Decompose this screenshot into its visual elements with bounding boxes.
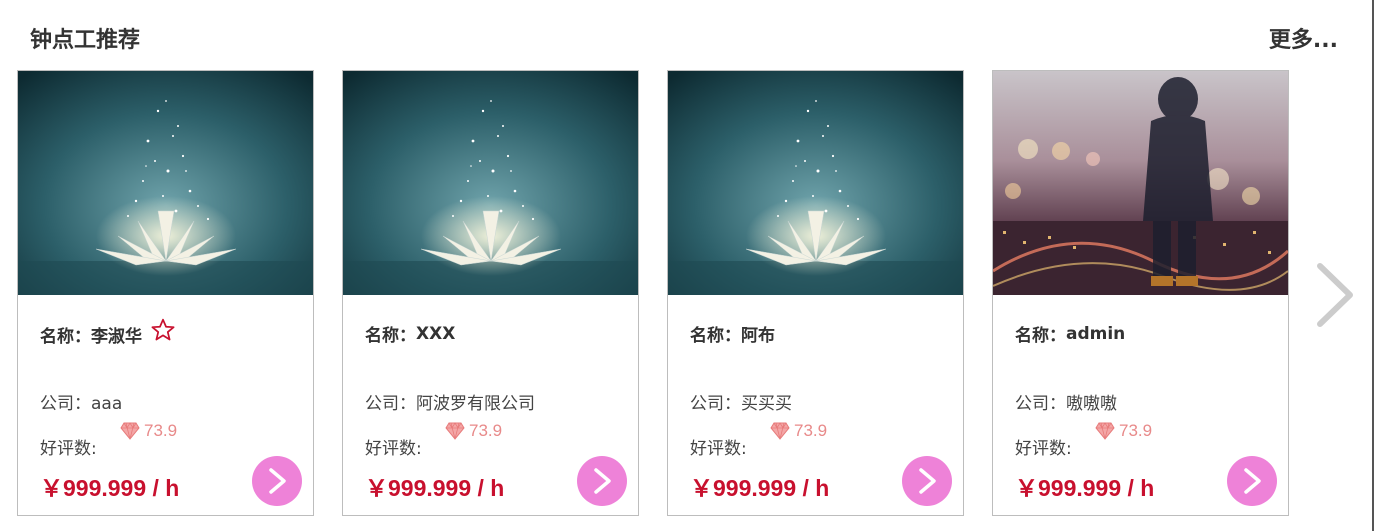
- more-link[interactable]: 更多...: [1269, 22, 1338, 54]
- name-label: 名称：: [40, 326, 91, 347]
- diamond-icon: [120, 422, 140, 440]
- rating-value-row: 73.9: [445, 421, 502, 441]
- company-label: 公司：: [690, 394, 741, 414]
- rating-value: 73.9: [1119, 421, 1153, 440]
- price: ￥999.999 / h: [1015, 475, 1155, 501]
- company-row: 公司：阿波罗有限公司: [365, 389, 535, 414]
- worker-name-row: 名称： XXX: [365, 321, 456, 347]
- company-label: 公司：: [40, 394, 91, 414]
- worker-card[interactable]: 名称： 阿布 公司：买买买 好评数: 73.9 ￥999.999 / h: [667, 70, 964, 516]
- worker-photo: [343, 71, 638, 295]
- worker-card[interactable]: 名称： XXX 公司：阿波罗有限公司 好评数: 73.9 ￥999.999 / …: [342, 70, 639, 516]
- worker-name-row: 名称： 李淑华: [40, 318, 176, 347]
- worker-photo: [993, 71, 1288, 295]
- worker-name: admin: [1066, 323, 1126, 344]
- rating-label: 好评数:: [365, 439, 422, 459]
- name-label: 名称：: [365, 326, 416, 346]
- company-value: 阿波罗有限公司: [416, 394, 535, 414]
- carousel-next-button[interactable]: [1312, 262, 1358, 328]
- company-value: aaa: [91, 394, 123, 414]
- rating-label: 好评数:: [690, 439, 747, 459]
- company-value: 嗷嗷嗷: [1066, 394, 1117, 414]
- company-label: 公司：: [365, 394, 416, 414]
- company-row: 公司：aaa: [40, 389, 122, 414]
- worker-photo: [18, 71, 313, 295]
- chevron-right-icon: [269, 468, 286, 494]
- rating-value: 73.9: [794, 421, 828, 440]
- recommend-panel: 钟点工推荐 更多... 名称： 李淑华 公司：aaa 好评数: 73.9 ￥99…: [0, 0, 1374, 531]
- company-row: 公司：嗷嗷嗷: [1015, 389, 1117, 414]
- worker-name: 阿布: [741, 326, 775, 346]
- name-label: 名称：: [690, 326, 741, 346]
- rating-label: 好评数:: [1015, 439, 1072, 459]
- rating-value: 73.9: [469, 421, 503, 440]
- name-label: 名称：: [1015, 326, 1066, 346]
- worker-name: 李淑华: [91, 326, 142, 347]
- chevron-right-icon: [1317, 263, 1353, 327]
- section-title: 钟点工推荐: [30, 28, 141, 53]
- star-outline-icon[interactable]: [150, 317, 176, 343]
- price: ￥999.999 / h: [365, 475, 505, 501]
- rating-label: 好评数:: [40, 439, 97, 459]
- diamond-icon: [770, 422, 790, 440]
- price: ￥999.999 / h: [690, 475, 830, 501]
- diamond-icon: [1095, 422, 1115, 440]
- chevron-right-icon: [919, 468, 936, 494]
- diamond-icon: [445, 422, 465, 440]
- chevron-right-icon: [1244, 468, 1261, 494]
- company-value: 买买买: [741, 394, 792, 414]
- worker-card[interactable]: 名称： 李淑华 公司：aaa 好评数: 73.9 ￥999.999 / h: [17, 70, 314, 516]
- rating-value-row: 73.9: [1095, 421, 1152, 441]
- price: ￥999.999 / h: [40, 475, 180, 501]
- worker-name-row: 名称： 阿布: [690, 321, 775, 346]
- detail-button[interactable]: [1227, 456, 1277, 506]
- worker-photo: [668, 71, 963, 295]
- company-label: 公司：: [1015, 394, 1066, 414]
- chevron-right-icon: [594, 468, 611, 494]
- worker-name: XXX: [416, 323, 456, 344]
- detail-button[interactable]: [902, 456, 952, 506]
- company-row: 公司：买买买: [690, 389, 792, 414]
- rating-value: 73.9: [144, 421, 178, 440]
- detail-button[interactable]: [252, 456, 302, 506]
- rating-value-row: 73.9: [770, 421, 827, 441]
- worker-card[interactable]: 名称： admin 公司：嗷嗷嗷 好评数: 73.9 ￥999.999 / h: [992, 70, 1289, 516]
- rating-value-row: 73.9: [120, 421, 177, 441]
- worker-name-row: 名称： admin: [1015, 321, 1126, 347]
- detail-button[interactable]: [577, 456, 627, 506]
